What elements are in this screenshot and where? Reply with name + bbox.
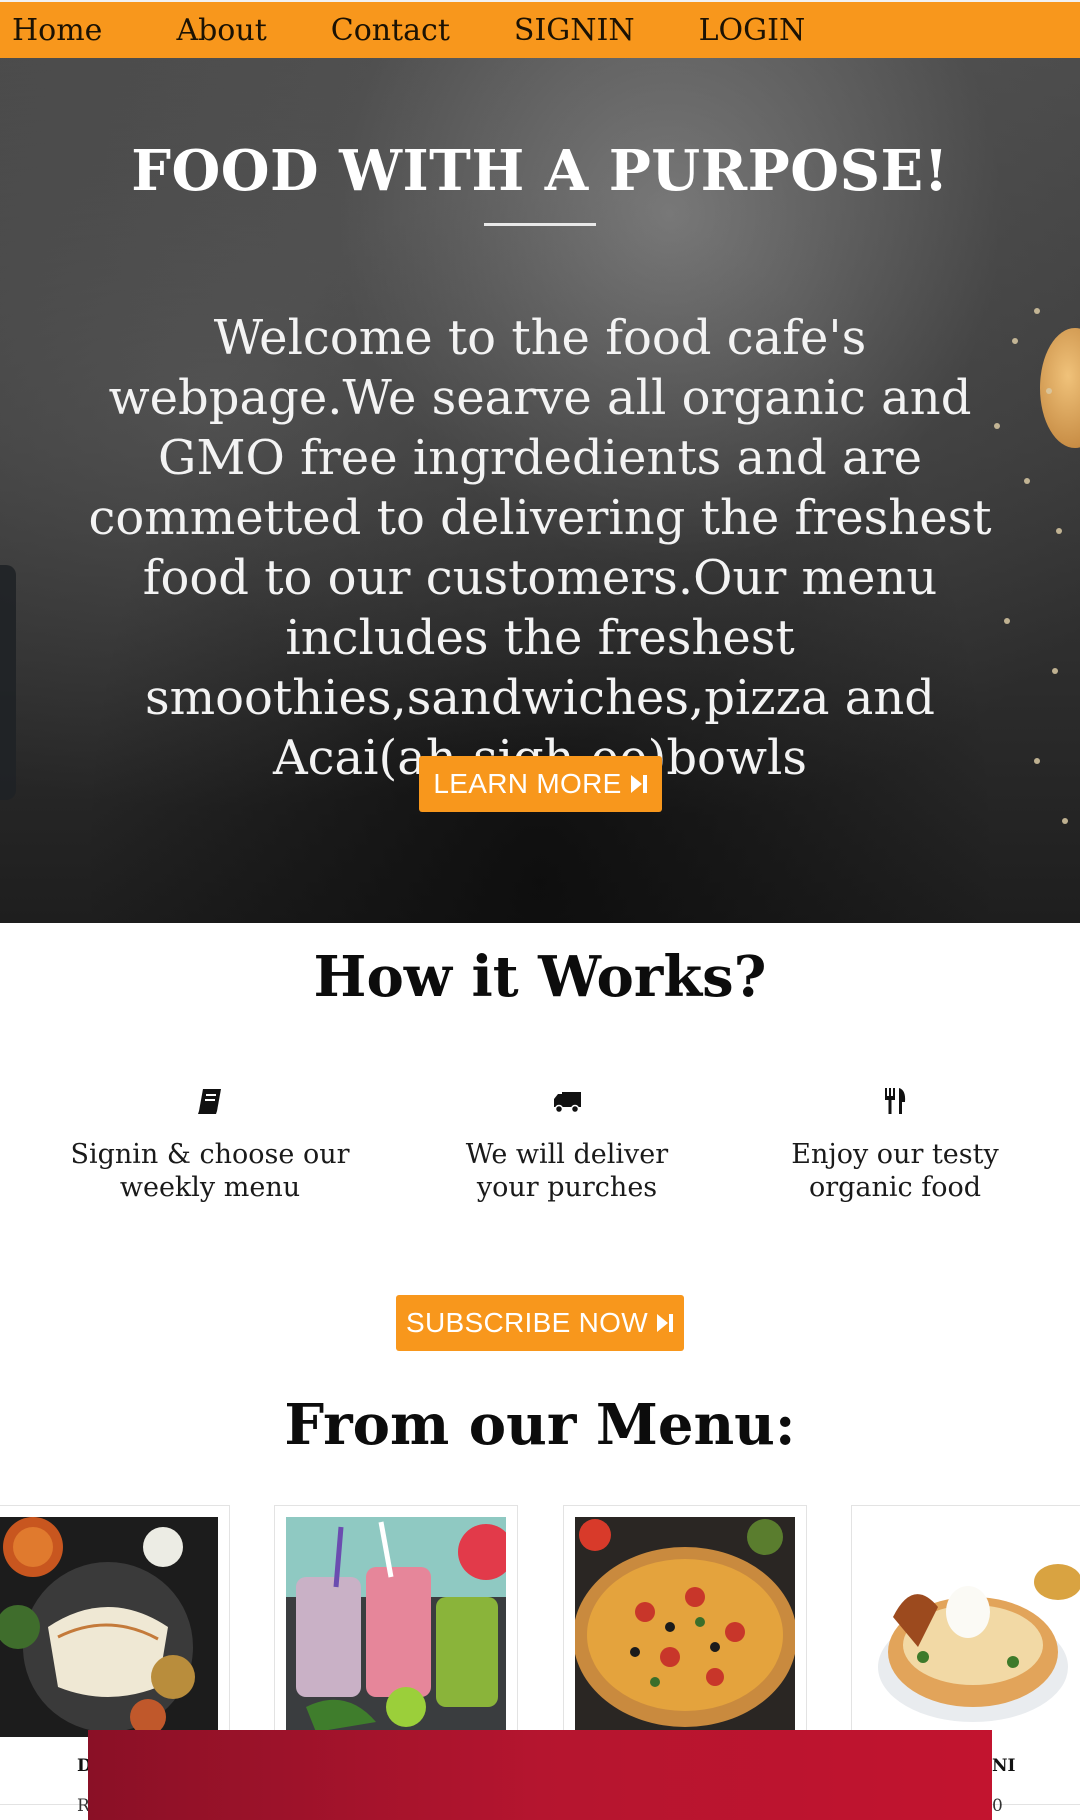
play-next-icon [630, 775, 647, 793]
overlay-banner[interactable] [88, 1730, 992, 1820]
dosa-image [0, 1517, 218, 1737]
top-navigation: Home About Contact SIGNIN LOGIN [0, 0, 1080, 58]
decorative-speck [1062, 818, 1068, 824]
step-text-line: organic food [808, 1172, 982, 1203]
learn-more-label: LEARN MORE [433, 768, 622, 799]
pizza-image [575, 1517, 795, 1737]
step-text-line: weekly menu [119, 1172, 301, 1203]
decorative-speck [1012, 338, 1018, 344]
utensils-icon [885, 1088, 906, 1114]
menu-card-title: NI [992, 1756, 1016, 1776]
step-text-line: We will deliver [465, 1139, 669, 1170]
decorative-speck [1034, 308, 1040, 314]
step-enjoy: Enjoy our testy organic food [735, 1086, 1055, 1204]
play-next-icon [656, 1314, 673, 1332]
step-deliver: We will deliver your purches [407, 1086, 727, 1204]
learn-more-button[interactable]: LEARN MORE [419, 756, 662, 812]
book-icon [198, 1089, 221, 1114]
decorative-speck [1024, 478, 1030, 484]
biryani-image [863, 1517, 1080, 1737]
hero-description: Welcome to the food cafe's webpage.We se… [88, 310, 992, 786]
menu-card-price: 0 [992, 1796, 1003, 1816]
smoothies-illustration [286, 1517, 506, 1732]
subscribe-now-label: SUBSCRIBE NOW [406, 1307, 648, 1338]
step-text-line: your purches [476, 1172, 658, 1203]
dosa-illustration [0, 1517, 195, 1735]
menu-title: From our Menu: [284, 1392, 796, 1458]
step-text-line: Enjoy our testy [791, 1139, 999, 1170]
nav-contact-link[interactable]: Contact [319, 13, 450, 48]
nav-home-link[interactable]: Home [0, 13, 102, 48]
nav-login-link[interactable]: LOGIN [687, 13, 806, 48]
hero-divider [484, 223, 596, 226]
pizza-illustration [575, 1519, 795, 1727]
step-text-line: Signin & choose our [70, 1139, 350, 1170]
nav-about-link[interactable]: About [164, 13, 266, 48]
step-signin: Signin & choose our weekly menu [50, 1086, 370, 1204]
nav-signin-link[interactable]: SIGNIN [502, 13, 635, 48]
truck-icon [554, 1092, 581, 1114]
hero-title: FOOD WITH A PURPOSE! [131, 138, 949, 204]
side-drawer-handle[interactable] [0, 565, 16, 800]
decorative-speck [1046, 388, 1052, 394]
biryani-illustration [878, 1564, 1080, 1722]
decorative-speck [1052, 668, 1058, 674]
smoothies-image [286, 1517, 506, 1737]
decorative-speck [1056, 528, 1062, 534]
how-it-works-title: How it Works? [313, 944, 767, 1010]
decorative-speck [1034, 758, 1040, 764]
subscribe-now-button[interactable]: SUBSCRIBE NOW [396, 1295, 684, 1351]
